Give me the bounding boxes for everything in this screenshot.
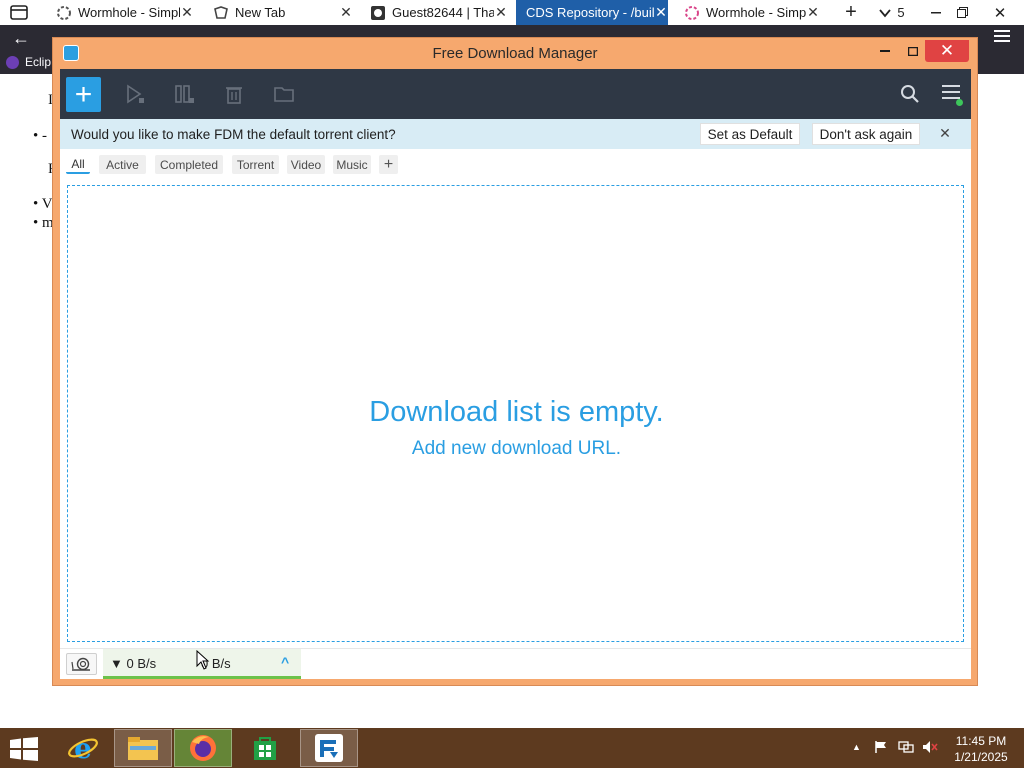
- browser-tab-strip: Wormhole - Simpl ✕ New Tab ✕ Guest82644 …: [0, 0, 1024, 25]
- filter-completed[interactable]: Completed: [155, 155, 223, 174]
- bookmark-item[interactable]: Eclip: [6, 55, 51, 69]
- tab-close-icon[interactable]: ✕: [339, 4, 353, 21]
- dont-ask-again-button[interactable]: Don't ask again: [812, 123, 920, 145]
- restore-browser-button[interactable]: [952, 0, 972, 25]
- close-browser-button[interactable]: ✕: [990, 0, 1010, 25]
- update-indicator-dot: [956, 99, 963, 106]
- speed-mode-snail-button[interactable]: [66, 653, 97, 675]
- browser-menu-icon[interactable]: [994, 30, 1010, 44]
- browser-tab[interactable]: Wormhole - Simpl ✕: [684, 0, 820, 25]
- page-bullet[interactable]: • V: [33, 196, 53, 213]
- filter-active[interactable]: Active: [99, 155, 146, 174]
- chevron-down-icon: [879, 8, 892, 17]
- fdm-toolbar: +: [60, 69, 971, 119]
- fdm-icon: [315, 734, 343, 762]
- tab-title: CDS Repository - /buil: [526, 5, 654, 20]
- delete-icon[interactable]: [223, 83, 245, 105]
- bookmark-label: Eclip: [25, 55, 52, 69]
- taskbar-store[interactable]: [236, 729, 294, 767]
- window-title: Free Download Manager: [432, 45, 598, 62]
- store-icon: [254, 737, 276, 760]
- show-hidden-icons-button[interactable]: ▲: [852, 742, 861, 752]
- taskbar-internet-explorer[interactable]: e: [54, 729, 112, 767]
- github-favicon-icon: [370, 5, 386, 21]
- tab-overflow-button[interactable]: 5: [876, 0, 908, 25]
- search-icon[interactable]: [900, 84, 920, 104]
- fdm-title-bar[interactable]: Free Download Manager ✕: [53, 38, 977, 68]
- tab-title: New Tab: [235, 5, 286, 20]
- internet-explorer-icon: e: [68, 732, 98, 764]
- add-filter-button[interactable]: +: [379, 155, 398, 174]
- action-center-flag-icon[interactable]: [874, 740, 888, 754]
- network-icon[interactable]: [898, 740, 914, 754]
- svg-text:e: e: [74, 732, 92, 764]
- snail-icon: [70, 657, 90, 671]
- minimize-icon: [931, 11, 941, 13]
- pause-icon[interactable]: [173, 83, 195, 105]
- minimize-button[interactable]: [875, 40, 895, 62]
- mouse-cursor-icon: [196, 650, 210, 670]
- system-clock[interactable]: 11:45 PM 1/21/2025: [946, 733, 1016, 765]
- default-client-banner: Would you like to make FDM the default t…: [60, 119, 971, 149]
- banner-close-icon[interactable]: ✕: [938, 126, 952, 140]
- page-bullet[interactable]: • m: [33, 215, 54, 232]
- download-list-drop-area[interactable]: Download list is empty. Add new download…: [67, 185, 964, 642]
- tab-title: Wormhole - Simpl: [78, 5, 180, 20]
- add-download-url-link[interactable]: Add new download URL.: [68, 438, 965, 460]
- windows-start-icon[interactable]: [10, 737, 38, 761]
- restore-icon: [956, 7, 968, 18]
- clock-date: 1/21/2025: [954, 750, 1008, 764]
- tab-close-icon[interactable]: ✕: [494, 4, 508, 21]
- fdm-main: + Would you like to make FDM the default…: [60, 69, 971, 679]
- resume-icon[interactable]: [124, 83, 146, 105]
- new-tab-favicon-icon: [213, 5, 229, 21]
- maximize-button[interactable]: [903, 40, 923, 62]
- add-download-button[interactable]: +: [66, 77, 101, 112]
- tab-close-icon[interactable]: ✕: [180, 4, 194, 21]
- browser-tab[interactable]: New Tab ✕: [213, 0, 353, 25]
- file-explorer-icon: [128, 737, 158, 760]
- main-menu-icon[interactable]: [942, 85, 963, 106]
- firefox-icon: [190, 735, 216, 761]
- minimize-browser-button[interactable]: [926, 0, 946, 25]
- tab-count: 5: [897, 5, 905, 20]
- wormhole-favicon-icon: [56, 5, 72, 21]
- maximize-icon: [908, 46, 918, 56]
- new-tab-button[interactable]: +: [840, 0, 862, 25]
- volume-muted-icon[interactable]: [922, 740, 938, 754]
- browser-tab[interactable]: Wormhole - Simpl ✕: [56, 0, 194, 25]
- tab-close-icon[interactable]: ✕: [806, 4, 820, 21]
- banner-message: Would you like to make FDM the default t…: [71, 127, 396, 142]
- tab-list-icon[interactable]: [8, 3, 30, 22]
- taskbar-free-download-manager[interactable]: [300, 729, 358, 767]
- browser-tab-active[interactable]: CDS Repository - /buil ✕: [516, 0, 668, 25]
- close-button[interactable]: ✕: [925, 40, 969, 62]
- tab-title: Guest82644 | Than: [392, 5, 494, 20]
- empty-list-title: Download list is empty.: [369, 396, 664, 428]
- download-speed: ▼ 0 B/s: [110, 656, 157, 671]
- browser-tab[interactable]: Guest82644 | Than ✕: [370, 0, 508, 25]
- fdm-window: Free Download Manager ✕ + Would you like…: [52, 37, 978, 686]
- eclipse-favicon-icon: [6, 55, 19, 69]
- folder-icon[interactable]: [273, 83, 295, 105]
- back-arrow-icon[interactable]: ←: [10, 28, 32, 48]
- minimize-icon: [880, 50, 890, 52]
- tab-title: Wormhole - Simpl: [706, 5, 806, 20]
- set-as-default-button[interactable]: Set as Default: [700, 123, 800, 145]
- wormhole-favicon-icon: [684, 5, 700, 21]
- page-bullet[interactable]: • -: [33, 128, 47, 145]
- tab-close-icon[interactable]: ✕: [654, 4, 668, 21]
- filter-torrent[interactable]: Torrent: [232, 155, 279, 174]
- filter-video[interactable]: Video: [287, 155, 325, 174]
- filter-music[interactable]: Music: [333, 155, 371, 174]
- windows-taskbar: e ▲ 11:45 PM 1/21/2025: [0, 728, 1024, 768]
- taskbar-firefox[interactable]: [174, 729, 232, 767]
- taskbar-file-explorer[interactable]: [114, 729, 172, 767]
- chevron-up-icon[interactable]: ^: [281, 654, 289, 670]
- clock-time: 11:45 PM: [955, 734, 1007, 748]
- filter-all[interactable]: All: [66, 155, 90, 174]
